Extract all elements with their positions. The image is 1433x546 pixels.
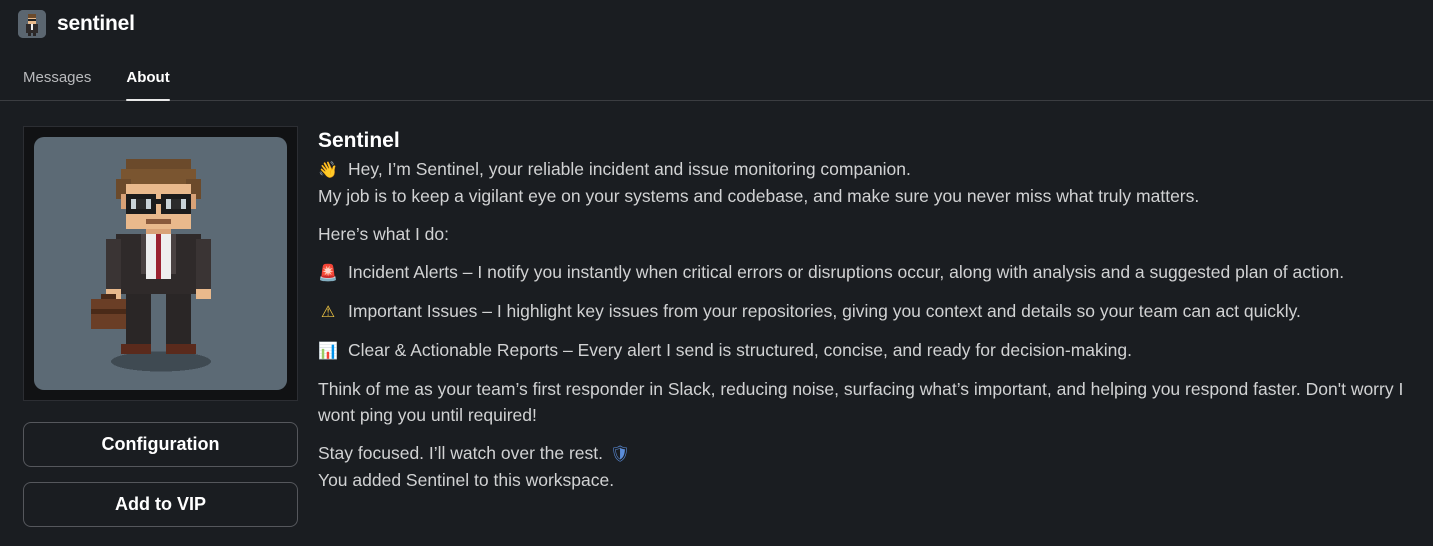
profile-image-frame <box>23 126 298 401</box>
waving-hand-icon: 👋 <box>318 160 338 179</box>
bar-chart-icon: 📊 <box>318 341 338 360</box>
feature-text: Important Issues – I highlight key issue… <box>348 301 1301 321</box>
configuration-button[interactable]: Configuration <box>23 422 298 467</box>
tab-about[interactable]: About <box>126 60 171 101</box>
feature-text: Incident Alerts – I notify you instantly… <box>348 262 1345 282</box>
app-header: sentinel Messages About <box>0 0 1433 101</box>
add-to-vip-button[interactable]: Add to VIP <box>23 482 298 527</box>
summary-paragraph: Think of me as your team’s first respond… <box>318 379 1404 425</box>
profile-sidebar: Configuration Add to VIP <box>23 126 298 527</box>
about-content: Sentinel 👋 Hey, I’m Sentinel, your reliab… <box>318 127 1418 493</box>
app-avatar[interactable] <box>18 10 46 38</box>
about-title: Sentinel <box>318 129 400 152</box>
app-name: sentinel <box>57 12 135 35</box>
closing-line: Stay focused. I’ll watch over the rest. … <box>318 440 1418 467</box>
tab-messages[interactable]: Messages <box>23 60 91 101</box>
feature-item: 📊 Clear & Actionable Reports – Every aler… <box>318 337 1418 364</box>
tab-bar: Messages About <box>23 60 205 101</box>
closing-section: Stay focused. I’ll watch over the rest. … <box>318 440 1418 493</box>
warning-icon: ⚠ <box>320 302 336 321</box>
feature-text: Clear & Actionable Reports – Every alert… <box>348 340 1132 360</box>
profile-image <box>34 137 287 390</box>
feature-item: 🚨 Incident Alerts – I notify you instantl… <box>318 259 1418 286</box>
feature-item: ⚠ Important Issues – I highlight key issu… <box>318 298 1418 325</box>
app-title-row: sentinel <box>18 9 135 39</box>
pixel-bot-illustration <box>90 158 211 371</box>
added-note: You added Sentinel to this workspace. <box>318 470 615 490</box>
features-heading: Here’s what I do: <box>318 224 449 244</box>
shield-icon: 🛡 <box>609 444 631 463</box>
intro-line-2: My job is to keep a vigilant eye on your… <box>318 186 1200 206</box>
rotating-light-icon: 🚨 <box>318 263 338 282</box>
bot-mini-icon <box>18 10 46 38</box>
intro-paragraph: 👋 Hey, I’m Sentinel, your reliable incide… <box>318 156 1418 209</box>
intro-line-1: 👋 Hey, I’m Sentinel, your reliable incide… <box>318 156 1418 183</box>
